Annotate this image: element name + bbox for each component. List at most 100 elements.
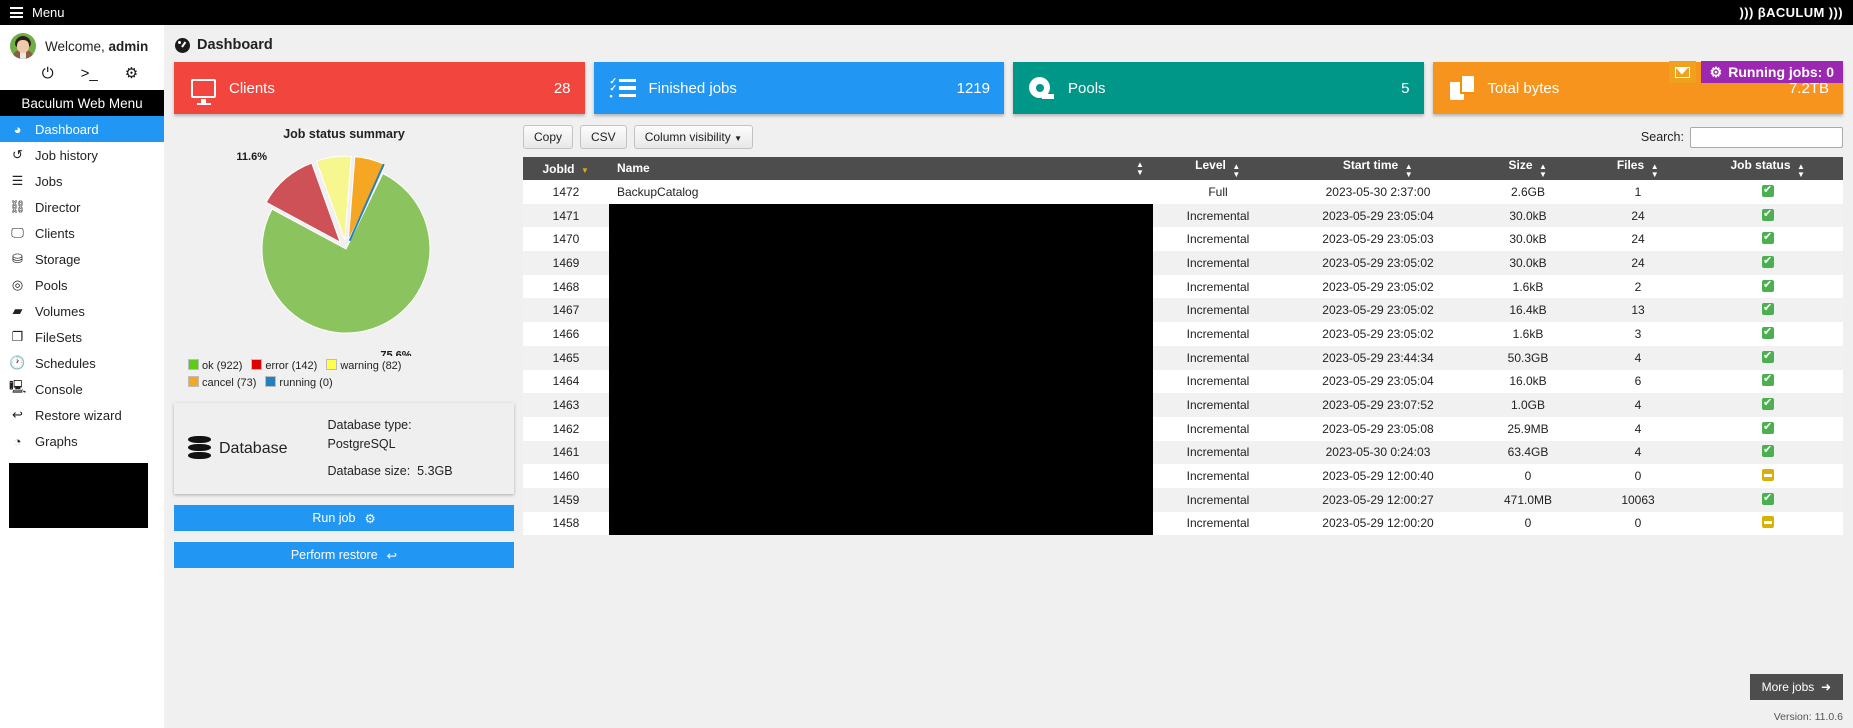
cell-size: 2.6GB xyxy=(1473,180,1583,204)
cell-files: 6 xyxy=(1583,370,1693,394)
status-ok-icon xyxy=(1762,280,1774,292)
menu-title: Baculum Web Menu xyxy=(0,90,164,116)
cell-size: 1.6kB xyxy=(1473,322,1583,346)
running-jobs-badge[interactable]: ⚙ Running jobs: 0 xyxy=(1701,61,1843,83)
terminal-icon[interactable]: >_ xyxy=(81,66,98,81)
table-row[interactable]: 1470Incremental2023-05-29 23:05:0330.0kB… xyxy=(523,227,1843,251)
cell-name xyxy=(609,322,1153,346)
sidebar-item-restore-wizard[interactable]: ↩Restore wizard xyxy=(0,402,164,428)
sidebar-item-filesets[interactable]: ❐FileSets xyxy=(0,324,164,350)
sidebar-item-job-history[interactable]: ↺Job history xyxy=(0,142,164,168)
table-row[interactable]: 1461Incremental2023-05-30 0:24:0363.4GB4 xyxy=(523,441,1843,465)
column-visibility-button[interactable]: Column visibility ▼ xyxy=(634,125,753,149)
table-row[interactable]: 1472BackupCatalogFull2023-05-30 2:37:002… xyxy=(523,180,1843,204)
checklist-icon: ✓✓• xyxy=(606,78,640,98)
sidebar-item-label: FileSets xyxy=(35,330,82,345)
database-size-label: Database size: xyxy=(328,464,411,478)
cell-size: 25.9MB xyxy=(1473,417,1583,441)
table-row[interactable]: 1463Incremental2023-05-29 23:07:521.0GB4 xyxy=(523,393,1843,417)
table-row[interactable]: 1458Incremental2023-05-29 12:00:2000 xyxy=(523,512,1843,536)
cell-level: Incremental xyxy=(1153,512,1283,536)
sort-desc-active-icon[interactable]: ▼ xyxy=(581,167,590,175)
sidebar-item-schedules[interactable]: 🕐Schedules xyxy=(0,350,164,376)
column-header-level[interactable]: Level▲▼ xyxy=(1153,157,1283,180)
menu-label[interactable]: Menu xyxy=(32,5,65,20)
table-row[interactable]: 1464Incremental2023-05-29 23:05:0416.0kB… xyxy=(523,370,1843,394)
cell-size: 16.0kB xyxy=(1473,370,1583,394)
cell-status xyxy=(1693,204,1843,228)
sort-toggle-icon[interactable]: ▲▼ xyxy=(1539,163,1548,179)
table-row[interactable]: 1459Incremental2023-05-29 12:00:27471.0M… xyxy=(523,488,1843,512)
table-row[interactable]: 1471Incremental2023-05-29 23:05:0430.0kB… xyxy=(523,204,1843,228)
status-ok-icon xyxy=(1762,445,1774,457)
redacted-name xyxy=(609,370,1153,394)
perform-restore-button[interactable]: Perform restore ↩ xyxy=(174,542,514,568)
sidebar-item-dashboard[interactable]: ◕Dashboard xyxy=(0,116,164,142)
search-input[interactable] xyxy=(1690,127,1843,148)
sidebar-item-clients[interactable]: 🖵Clients xyxy=(0,220,164,246)
sort-toggle-icon[interactable]: ▲▼ xyxy=(1232,163,1241,179)
sidebar-item-pools[interactable]: ◎Pools xyxy=(0,272,164,298)
card-value: 5 xyxy=(1401,80,1409,97)
cell-files: 24 xyxy=(1583,204,1693,228)
sidebar-item-storage[interactable]: ⛁Storage xyxy=(0,246,164,272)
sort-toggle-icon[interactable]: ▲▼ xyxy=(1136,161,1145,177)
status-warning-icon xyxy=(1762,516,1774,528)
sidebar-item-console[interactable]: 🖳Console xyxy=(0,376,164,402)
column-header-status[interactable]: Job status ▲▼ xyxy=(1693,157,1843,180)
sidebar-item-label: Jobs xyxy=(35,174,62,189)
cell-files: 3 xyxy=(1583,322,1693,346)
envelope-icon[interactable] xyxy=(1669,61,1696,83)
cell-status xyxy=(1693,251,1843,275)
table-row[interactable]: 1466Incremental2023-05-29 23:05:021.6kB3 xyxy=(523,322,1843,346)
run-job-label: Run job xyxy=(312,511,355,525)
redacted-name xyxy=(609,441,1153,465)
documents-icon xyxy=(1445,76,1479,100)
column-header-files[interactable]: Files▲▼ xyxy=(1583,157,1693,180)
power-icon[interactable]: ⏻ xyxy=(42,66,54,81)
column-header-name[interactable]: Name▲▼ xyxy=(609,157,1153,180)
sidebar-item-label: Schedules xyxy=(35,356,96,371)
copy-button[interactable]: Copy xyxy=(523,125,573,149)
card-clients[interactable]: Clients 28 xyxy=(174,62,585,114)
column-header-start[interactable]: Start time▲▼ xyxy=(1283,157,1473,180)
column-header-size[interactable]: Size▲▼ xyxy=(1473,157,1583,180)
sort-toggle-icon[interactable]: ▲▼ xyxy=(1404,163,1413,179)
table-row[interactable]: 1460Incremental2023-05-29 12:00:4000 xyxy=(523,464,1843,488)
sidebar-item-label: Restore wizard xyxy=(35,408,122,423)
cell-level: Incremental xyxy=(1153,298,1283,322)
cell-start: 2023-05-29 23:07:52 xyxy=(1283,393,1473,417)
cell-name xyxy=(609,227,1153,251)
card-finished-jobs[interactable]: ✓✓• Finished jobs 1219 xyxy=(594,62,1005,114)
sidebar-item-director[interactable]: ⛓Director xyxy=(0,194,164,220)
run-job-button[interactable]: Run job ⚙ xyxy=(174,505,514,531)
table-row[interactable]: 1468Incremental2023-05-29 23:05:021.6kB2 xyxy=(523,275,1843,299)
cell-files: 13 xyxy=(1583,298,1693,322)
tasklist-icon: ☰ xyxy=(9,173,26,189)
sidebar-item-jobs[interactable]: ☰ Jobs xyxy=(0,168,164,194)
table-row[interactable]: 1465Incremental2023-05-29 23:44:3450.3GB… xyxy=(523,346,1843,370)
cell-name xyxy=(609,275,1153,299)
csv-button[interactable]: CSV xyxy=(580,125,627,149)
table-row[interactable]: 1467Incremental2023-05-29 23:05:0216.4kB… xyxy=(523,298,1843,322)
card-pools[interactable]: Pools 5 xyxy=(1013,62,1424,114)
sidebar-item-graphs[interactable]: ◔Graphs xyxy=(0,428,164,454)
sidebar-item-volumes[interactable]: ▰Volumes xyxy=(0,298,164,324)
sort-toggle-icon[interactable]: ▲▼ xyxy=(1650,163,1659,179)
gauge-icon: ◕ xyxy=(9,122,26,137)
cell-status xyxy=(1693,370,1843,394)
cell-files: 10063 xyxy=(1583,488,1693,512)
column-header-jobid[interactable]: JobId▼ xyxy=(523,157,609,180)
table-row[interactable]: 1462Incremental2023-05-29 23:05:0825.9MB… xyxy=(523,417,1843,441)
hamburger-menu-icon[interactable] xyxy=(10,5,23,21)
card-label: Finished jobs xyxy=(649,80,957,97)
gear-icon[interactable]: ⚙ xyxy=(125,66,138,81)
table-row[interactable]: 1469Incremental2023-05-29 23:05:0230.0kB… xyxy=(523,251,1843,275)
cell-start: 2023-05-29 23:05:08 xyxy=(1283,417,1473,441)
more-jobs-button[interactable]: More jobs ➜ xyxy=(1750,674,1843,700)
status-ok-icon xyxy=(1762,422,1774,434)
column-header-label: Job status xyxy=(1730,158,1790,172)
search-label: Search: xyxy=(1641,130,1684,144)
cell-level: Incremental xyxy=(1153,370,1283,394)
sort-toggle-icon[interactable]: ▲▼ xyxy=(1797,163,1806,179)
